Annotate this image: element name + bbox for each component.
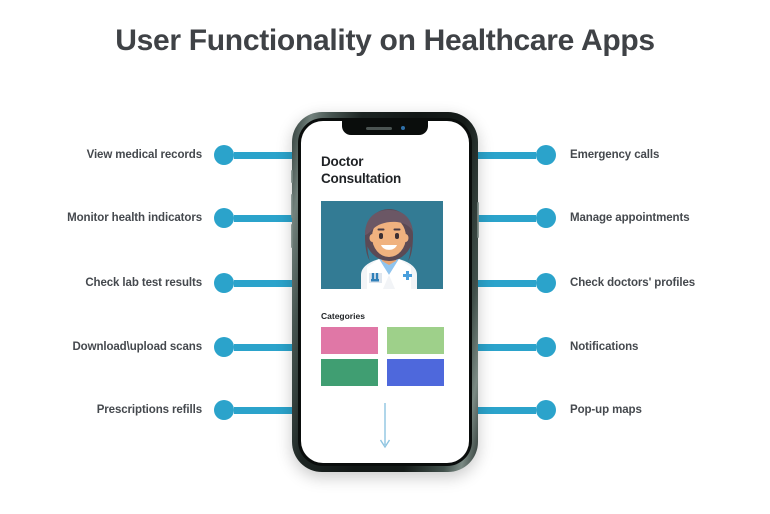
connector-bar <box>234 343 292 351</box>
phone-bezel: Doctor Consultation Categories <box>298 118 472 466</box>
feature-label-monitor-health-indicators: Monitor health indicators <box>67 211 202 224</box>
feature-label-check-doctors-profiles: Check doctors' profiles <box>570 276 696 289</box>
phone-volume-down-button[interactable] <box>291 224 293 248</box>
connector-dot <box>536 273 556 293</box>
connector-bar <box>478 406 536 414</box>
infographic-canvas: User Functionality on Healthcare Apps Vi… <box>0 0 770 514</box>
feature-row-left-4[interactable]: Download\upload scans <box>30 330 292 364</box>
connector-bar <box>478 151 536 159</box>
feature-label-manage-appointments: Manage appointments <box>570 211 690 224</box>
feature-label-notifications: Notifications <box>570 340 639 353</box>
female-doctor-illustration <box>321 201 443 289</box>
speaker-grille-icon <box>365 126 392 130</box>
connector-dot <box>536 208 556 228</box>
connector-bar <box>234 279 292 287</box>
connector-dot <box>214 273 234 293</box>
connector-dot <box>214 208 234 228</box>
phone-mockup: Doctor Consultation Categories <box>291 112 479 472</box>
phone-screen: Doctor Consultation Categories <box>301 121 469 463</box>
page-title: User Functionality on Healthcare Apps <box>115 24 655 57</box>
dot-line-connector-icon <box>478 208 556 228</box>
scroll-down-arrow-icon[interactable] <box>378 403 392 456</box>
doctor-hero-image <box>321 201 443 289</box>
connector-bar <box>234 151 292 159</box>
phone-power-button[interactable] <box>477 202 479 238</box>
feature-row-right-3[interactable]: Check doctors' profiles <box>478 266 748 300</box>
feature-row-right-5[interactable]: Pop-up maps <box>478 393 748 427</box>
connector-dot <box>536 337 556 357</box>
front-camera-icon <box>400 126 405 130</box>
feature-row-left-3[interactable]: Check lab test results <box>30 266 292 300</box>
feature-row-right-1[interactable]: Emergency calls <box>478 138 748 172</box>
connector-dot <box>214 337 234 357</box>
connector-dot <box>214 145 234 165</box>
category-tile-pink[interactable] <box>321 327 378 354</box>
connector-bar <box>234 214 292 222</box>
dot-line-connector-icon <box>478 400 556 420</box>
dot-line-connector-icon <box>214 208 292 228</box>
connector-dot <box>214 400 234 420</box>
feature-row-left-2[interactable]: Monitor health indicators <box>30 201 292 235</box>
feature-label-pop-up-maps: Pop-up maps <box>570 403 642 416</box>
categories-label: Categories <box>321 311 365 321</box>
phone-mute-switch[interactable] <box>291 170 293 183</box>
dot-line-connector-icon <box>214 400 292 420</box>
dot-line-connector-icon <box>478 337 556 357</box>
feature-row-left-5[interactable]: Prescriptions refills <box>30 393 292 427</box>
dot-line-connector-icon <box>478 273 556 293</box>
category-tiles <box>321 327 447 386</box>
connector-dot <box>536 400 556 420</box>
feature-label-view-medical-records: View medical records <box>86 148 203 161</box>
category-tile-light-green[interactable] <box>387 327 444 354</box>
connector-dot <box>536 145 556 165</box>
app-screen-title: Doctor Consultation <box>321 154 402 186</box>
connector-bar <box>478 343 536 351</box>
connector-bar <box>478 214 536 222</box>
feature-label-download-upload-scans: Download\upload scans <box>72 340 202 353</box>
feature-label-prescriptions-refills: Prescriptions refills <box>96 403 202 416</box>
dot-line-connector-icon <box>214 273 292 293</box>
feature-row-right-4[interactable]: Notifications <box>478 330 748 364</box>
feature-row-left-1[interactable]: View medical records <box>30 138 292 172</box>
dot-line-connector-icon <box>478 145 556 165</box>
connector-bar <box>478 279 536 287</box>
feature-label-check-lab-test-results: Check lab test results <box>85 276 202 289</box>
phone-volume-up-button[interactable] <box>291 194 293 218</box>
feature-label-emergency-calls: Emergency calls <box>570 148 660 161</box>
phone-notch <box>342 121 428 135</box>
dot-line-connector-icon <box>214 337 292 357</box>
category-tile-blue[interactable] <box>387 359 444 386</box>
dot-line-connector-icon <box>214 145 292 165</box>
feature-row-right-2[interactable]: Manage appointments <box>478 201 748 235</box>
category-tile-green[interactable] <box>321 359 378 386</box>
connector-bar <box>234 406 292 414</box>
